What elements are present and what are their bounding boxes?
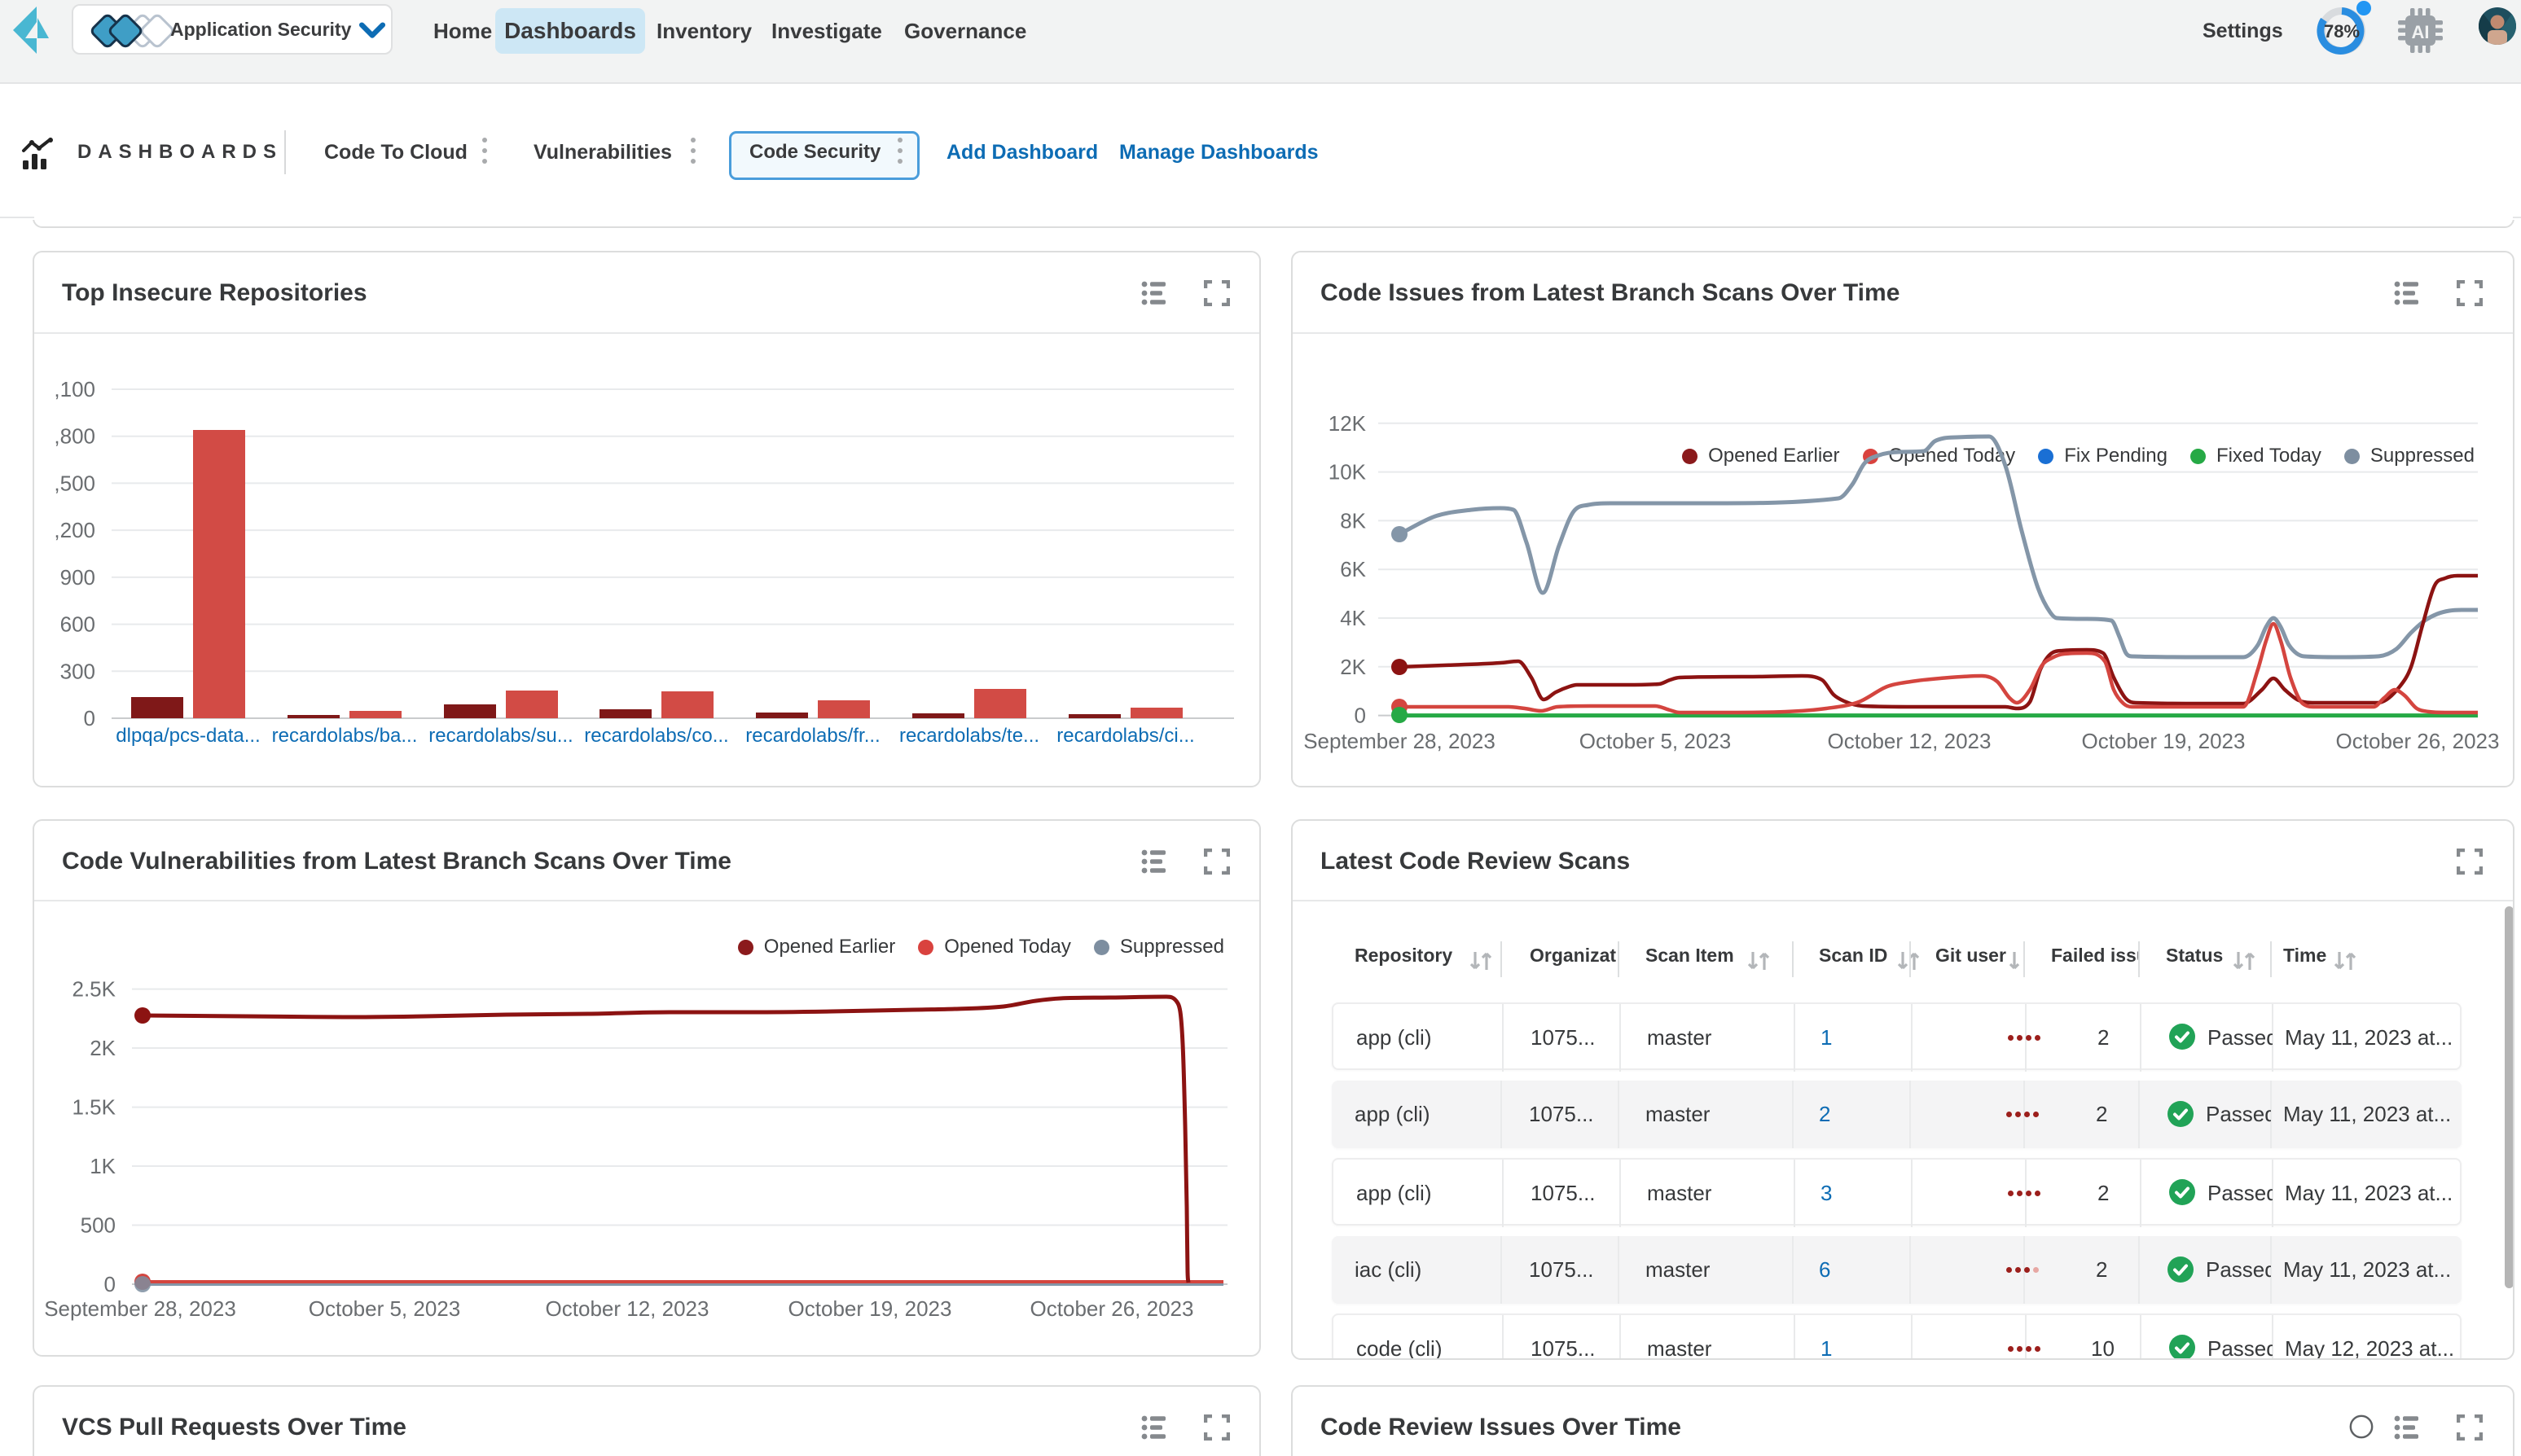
svg-text:2K: 2K	[1340, 655, 1366, 679]
svg-text:0: 0	[84, 706, 95, 730]
svg-text:0: 0	[104, 1272, 116, 1296]
svg-text:recardolabs/te...: recardolabs/te...	[899, 725, 1039, 747]
svg-text:0: 0	[1355, 704, 1366, 728]
svg-text:October 26, 2023: October 26, 2023	[2336, 729, 2500, 753]
svg-text:8K: 8K	[1340, 508, 1366, 533]
svg-text:recardolabs/su...: recardolabs/su...	[428, 725, 573, 747]
svg-text:October 12, 2023: October 12, 2023	[1828, 729, 1992, 753]
svg-text:recardolabs/ci...: recardolabs/ci...	[1056, 725, 1194, 747]
svg-text:1K: 1K	[90, 1154, 116, 1178]
svg-text:6K: 6K	[1340, 557, 1366, 581]
svg-text:October 5, 2023: October 5, 2023	[309, 1296, 460, 1321]
svg-text:September 28, 2023: September 28, 2023	[1303, 729, 1495, 753]
svg-text:September 28, 2023: September 28, 2023	[44, 1296, 236, 1321]
svg-text:2K: 2K	[90, 1036, 116, 1060]
svg-text:,200: ,200	[54, 518, 95, 542]
svg-text:2.5K: 2.5K	[72, 977, 116, 1002]
svg-text:,100: ,100	[54, 377, 95, 401]
svg-text:October 5, 2023: October 5, 2023	[1579, 729, 1731, 753]
svg-text:1.5K: 1.5K	[72, 1095, 116, 1120]
svg-text:,800: ,800	[54, 424, 95, 449]
svg-text:October 19, 2023: October 19, 2023	[788, 1296, 952, 1321]
svg-text:recardolabs/co...: recardolabs/co...	[584, 725, 728, 747]
svg-text:500: 500	[81, 1213, 116, 1238]
svg-text:October 19, 2023: October 19, 2023	[2082, 729, 2246, 753]
svg-text:900: 900	[60, 565, 95, 590]
svg-text:600: 600	[60, 612, 95, 637]
svg-text:recardolabs/fr...: recardolabs/fr...	[745, 725, 880, 747]
svg-text:recardolabs/ba...: recardolabs/ba...	[272, 725, 418, 747]
svg-text:12K: 12K	[1329, 411, 1367, 436]
svg-text:300: 300	[60, 659, 95, 683]
svg-text:10K: 10K	[1329, 460, 1367, 485]
svg-text:4K: 4K	[1340, 606, 1366, 630]
svg-text:,500: ,500	[54, 471, 95, 495]
svg-text:October 26, 2023: October 26, 2023	[1030, 1296, 1194, 1321]
svg-text:dlpqa/pcs-data...: dlpqa/pcs-data...	[116, 725, 260, 747]
svg-text:AI: AI	[2412, 22, 2430, 42]
svg-text:78%: 78%	[2324, 21, 2360, 42]
svg-text:October 12, 2023: October 12, 2023	[546, 1296, 709, 1321]
